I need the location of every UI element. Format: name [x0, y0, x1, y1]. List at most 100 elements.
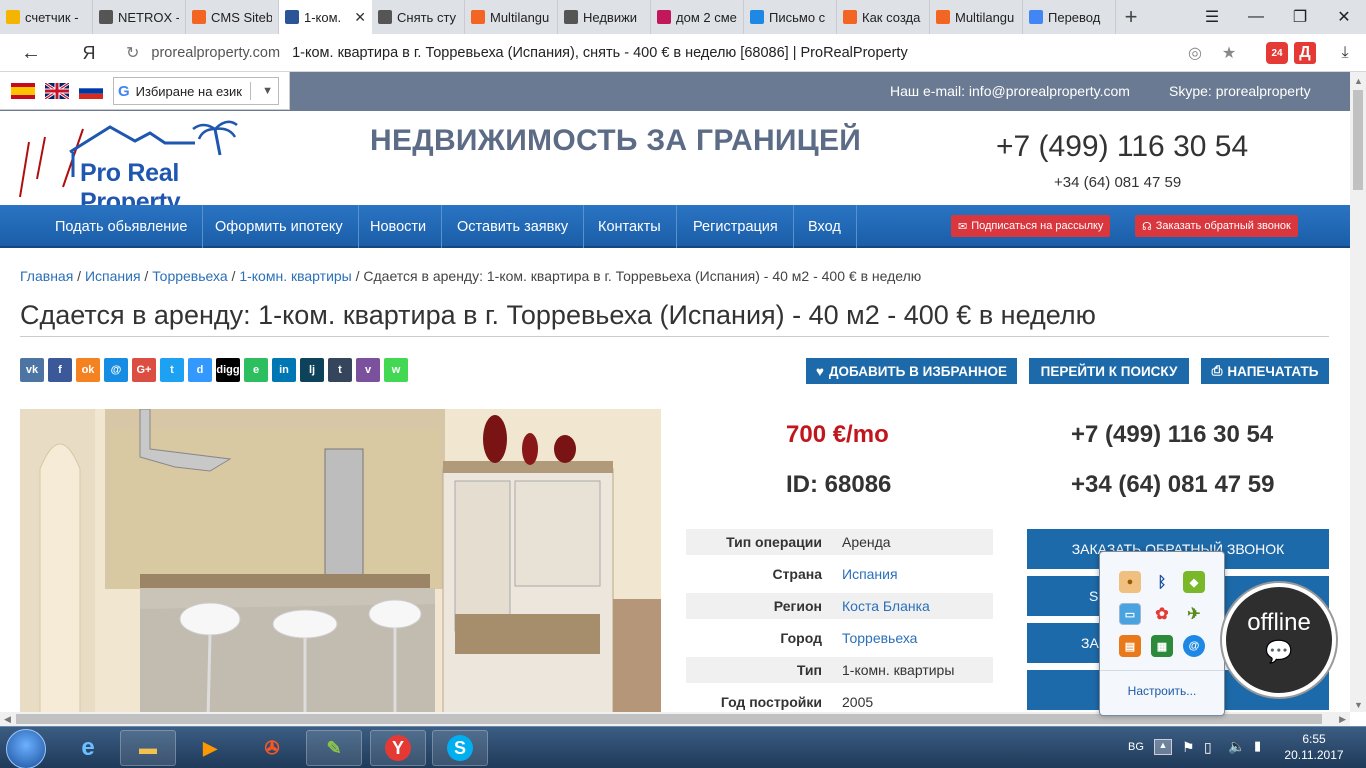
input-language[interactable]: BG [1128, 741, 1144, 753]
russia-flag-icon[interactable] [79, 83, 103, 99]
bluetooth-icon[interactable]: ᛒ [1151, 571, 1173, 593]
flower-icon[interactable]: ✿ [1151, 603, 1173, 625]
chat-widget[interactable]: offline 💬 [1222, 583, 1336, 697]
bird-icon[interactable]: ✈ [1183, 603, 1205, 625]
googleplus-share-icon[interactable]: G+ [132, 358, 156, 382]
nav-mortgage[interactable]: Оформить ипотеку [200, 205, 359, 248]
header-phone-alt[interactable]: +34 (64) 081 47 59 [1054, 174, 1181, 191]
property-photo[interactable] [20, 409, 661, 712]
nav-registration[interactable]: Регистрация [678, 205, 794, 248]
spain-flag-icon[interactable] [11, 83, 35, 99]
action-center-flag-icon[interactable]: ⚑ [1182, 739, 1195, 756]
property-value-link[interactable]: Торревьеха [836, 630, 917, 646]
moimir-share-icon[interactable]: @ [104, 358, 128, 382]
property-value-link[interactable]: Испания [836, 566, 898, 582]
nav-request[interactable]: Оставить заявку [442, 205, 585, 248]
vertical-scrollbar[interactable]: ▲ ▼ [1350, 72, 1366, 712]
menu-icon[interactable]: ☰ [1190, 0, 1234, 34]
vk-share-icon[interactable]: vk [20, 358, 44, 382]
subscribe-button[interactable]: ✉ Подписаться на рассылку [951, 215, 1111, 237]
taskbar-clock[interactable]: 6:55 20.11.2017 [1284, 731, 1344, 763]
browser-tab[interactable]: Multilangu [930, 0, 1023, 34]
file-explorer-icon[interactable]: ▬ [120, 730, 176, 766]
tumblr-share-icon[interactable]: t [328, 358, 352, 382]
contact-skype[interactable]: Skype: prorealproperty [1169, 83, 1311, 99]
skype-icon[interactable]: S [432, 730, 488, 766]
browser-tab[interactable]: 1-ком. ✕ [279, 0, 372, 34]
browser-tab[interactable]: счетчик - [0, 0, 93, 34]
download-icon[interactable]: ⤓ [1334, 42, 1356, 64]
nav-login[interactable]: Вход [793, 205, 857, 248]
translate-page-icon[interactable]: ◎ [1184, 42, 1206, 64]
browser-tab[interactable]: Недвижи [558, 0, 651, 34]
browser-tab[interactable]: CMS Siteb [186, 0, 279, 34]
browser-tab[interactable]: Письмо с [744, 0, 837, 34]
device-icon[interactable]: ▯ [1204, 739, 1212, 756]
go-to-search-button[interactable]: ПЕРЕЙТИ К ПОИСКУ [1029, 358, 1189, 384]
google-translate-select[interactable]: G Избиране на език ▼ [113, 77, 279, 105]
close-window-icon[interactable]: ✕ [1322, 0, 1366, 34]
browser-tab[interactable]: NETROX - [93, 0, 186, 34]
restore-icon[interactable]: ❐ [1278, 0, 1322, 34]
bookmark-star-icon[interactable]: ★ [1218, 42, 1240, 64]
yandex-browser-icon[interactable]: Y [370, 730, 426, 766]
start-button[interactable] [6, 729, 46, 768]
delicious-share-icon[interactable]: d [188, 358, 212, 382]
internet-explorer-icon[interactable]: e [60, 730, 116, 766]
twitter-share-icon[interactable]: t [160, 358, 184, 382]
livejournal-share-icon[interactable]: lj [300, 358, 324, 382]
minimize-icon[interactable]: — [1234, 0, 1278, 34]
facebook-share-icon[interactable]: f [48, 358, 72, 382]
close-tab-icon[interactable]: ✕ [354, 9, 366, 26]
browser-tab[interactable]: Снять сту [372, 0, 465, 34]
film-reel-icon[interactable]: ✇ [244, 730, 300, 766]
add-to-favorites-button[interactable]: ♥ ДОБАВИТЬ В ИЗБРАННОЕ [806, 358, 1017, 384]
browser-tab[interactable]: Multilangu [465, 0, 558, 34]
viber-share-icon[interactable]: v [356, 358, 380, 382]
odnoklassniki-share-icon[interactable]: ok [76, 358, 100, 382]
property-value-link[interactable]: Коста Бланка [836, 598, 930, 614]
site-logo[interactable]: Pro Real Property [15, 117, 285, 216]
evernote-share-icon[interactable]: e [244, 358, 268, 382]
breadcrumb-torrevieja[interactable]: Торревьеха [152, 268, 227, 284]
linkedin-share-icon[interactable]: in [272, 358, 296, 382]
listing-phone-alt[interactable]: +34 (64) 081 47 59 [1071, 471, 1275, 499]
show-hidden-icons-icon[interactable]: ▲ [1154, 739, 1172, 755]
volume-icon[interactable]: 🔈 [1228, 738, 1245, 755]
breadcrumb-spain[interactable]: Испания [85, 268, 141, 284]
url-field[interactable]: ↻ prorealproperty.com 1-ком. квартира в … [120, 37, 1260, 69]
customize-link[interactable]: Настроить... [1100, 670, 1224, 698]
browser-tab[interactable]: дом 2 сме [651, 0, 744, 34]
digg-share-icon[interactable]: digg [216, 358, 240, 382]
listing-phone-main[interactable]: +7 (499) 116 30 54 [1071, 421, 1273, 449]
language-selector: G Избиране на език ▼ [0, 72, 290, 110]
network-signal-icon[interactable]: ▮ [1254, 738, 1261, 754]
whatsapp-share-icon[interactable]: w [384, 358, 408, 382]
browser-tab[interactable]: Перевод [1023, 0, 1116, 34]
reload-icon[interactable]: ↻ [126, 43, 139, 63]
yandex-icon[interactable]: Я [76, 40, 102, 66]
colorful-app-icon[interactable]: ▦ [1151, 635, 1173, 657]
header-phone-main[interactable]: +7 (499) 116 30 54 [996, 130, 1248, 164]
notepad-plus-icon[interactable]: ✎ [306, 730, 362, 766]
contact-email[interactable]: Наш e-mail: info@prorealproperty.com [890, 83, 1130, 99]
orange-app-icon[interactable]: ▤ [1119, 635, 1141, 657]
mail-ru-icon[interactable]: @ [1183, 635, 1205, 657]
uk-flag-icon[interactable] [45, 83, 69, 99]
browser-tab[interactable]: Как созда [837, 0, 930, 34]
back-icon[interactable]: ← [18, 40, 44, 66]
extension-d-icon[interactable]: Д [1294, 42, 1316, 64]
breadcrumb-home[interactable]: Главная [20, 268, 73, 284]
file-icon[interactable]: ▭ [1119, 603, 1141, 625]
green-app-icon[interactable]: ◆ [1183, 571, 1205, 593]
nav-news[interactable]: Новости [355, 205, 443, 248]
new-tab-button[interactable]: + [1116, 0, 1146, 34]
tray-app-icon[interactable]: ● [1119, 571, 1141, 593]
breadcrumb-category[interactable]: 1-комн. квартиры [239, 268, 351, 284]
callback-button[interactable]: ☊ Заказать обратный звонок [1135, 215, 1298, 237]
nav-contacts[interactable]: Контакты [583, 205, 677, 248]
extension-badge-icon[interactable]: 24 [1266, 42, 1288, 64]
media-player-icon[interactable]: ▶ [182, 730, 238, 766]
nav-submit-ad[interactable]: Подать обьявление [40, 205, 204, 248]
print-button[interactable]: ⎙ НАПЕЧАТАТЬ [1201, 358, 1329, 384]
